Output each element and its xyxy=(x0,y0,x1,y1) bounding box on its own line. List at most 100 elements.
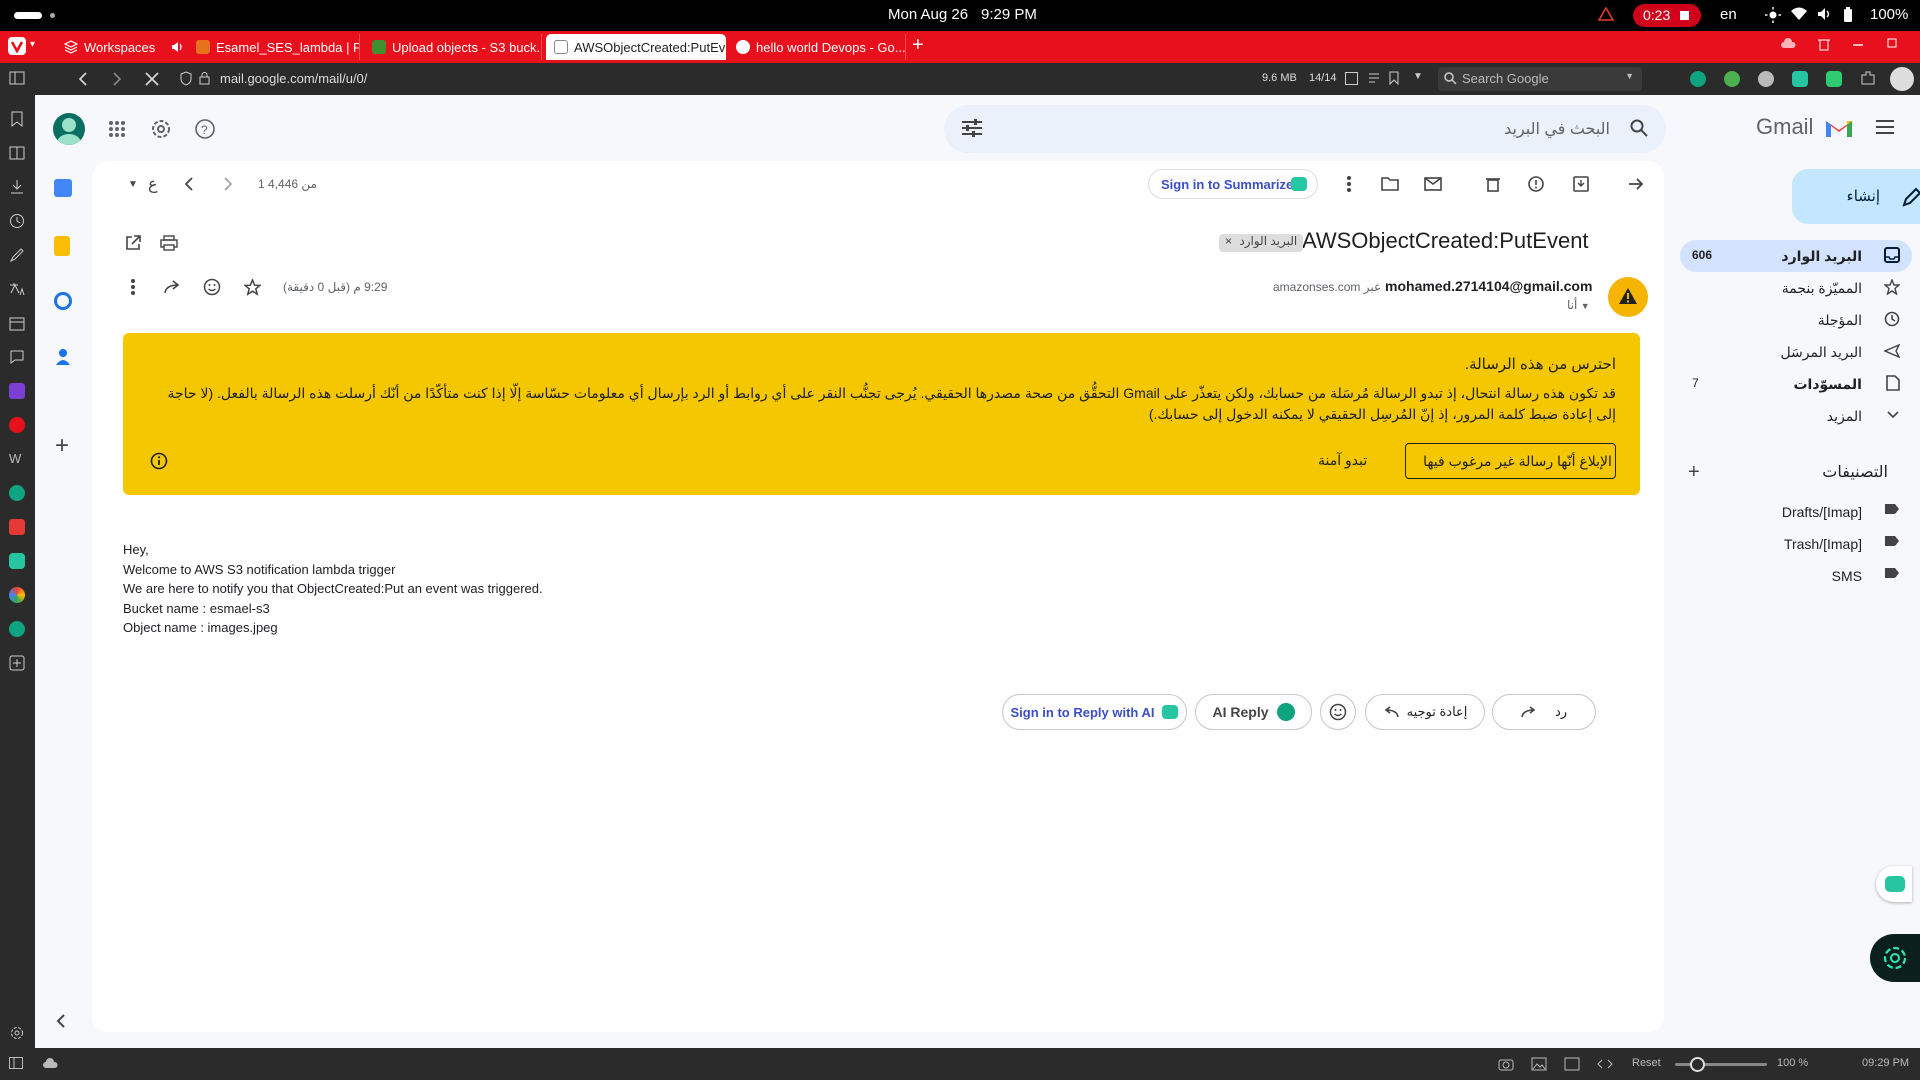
mastodon-icon[interactable] xyxy=(9,383,25,399)
add-label-icon[interactable]: + xyxy=(1688,461,1700,484)
newer-icon[interactable] xyxy=(184,177,194,191)
panel-toggle-icon[interactable] xyxy=(9,71,25,85)
archive-icon[interactable] xyxy=(1573,176,1589,192)
reply-button[interactable]: رد xyxy=(1492,694,1596,730)
gmail-logo-text[interactable]: Gmail xyxy=(1756,114,1813,140)
report-spam-button[interactable]: الإبلاغ أنّها رسالة غير مرغوب فيها xyxy=(1405,443,1616,479)
restore-icon[interactable] xyxy=(1886,37,1898,51)
input-tools-button[interactable]: ع xyxy=(148,174,158,194)
emoji-reaction-button[interactable] xyxy=(1320,694,1356,730)
back-to-inbox-icon[interactable] xyxy=(1628,177,1644,191)
lock-icon[interactable] xyxy=(199,71,210,85)
more-vert-icon[interactable] xyxy=(131,279,135,295)
print-icon[interactable] xyxy=(160,235,178,251)
tab-lambda[interactable]: Esamel_SES_lambda | F... xyxy=(188,34,360,60)
new-tab-icon[interactable]: + xyxy=(912,34,924,57)
panel-toggle-icon[interactable] xyxy=(9,1057,23,1069)
wikipedia-icon[interactable]: W xyxy=(9,451,25,467)
open-new-window-icon[interactable] xyxy=(125,235,141,251)
bookmarks-panel-icon[interactable] xyxy=(9,111,25,127)
extension-icon[interactable] xyxy=(1758,71,1774,87)
stop-loading-icon[interactable] xyxy=(145,72,159,86)
reader-icon[interactable] xyxy=(1368,72,1380,84)
label-item[interactable]: SMS xyxy=(1680,560,1912,592)
ai-reply-button[interactable]: AI Reply xyxy=(1195,694,1312,730)
chatgpt-extension-icon[interactable] xyxy=(1690,71,1706,87)
emoji-icon[interactable] xyxy=(203,278,221,296)
speaker-icon[interactable] xyxy=(171,41,184,53)
zoom-slider[interactable] xyxy=(1675,1063,1767,1066)
sign-in-reply-ai-button[interactable]: Sign in to Reply with AI xyxy=(1002,694,1187,730)
forward-icon[interactable] xyxy=(112,71,122,87)
collapse-icon[interactable] xyxy=(56,1014,66,1028)
zoom-reset-button[interactable]: Reset xyxy=(1632,1057,1661,1069)
address-url[interactable]: mail.google.com/mail/u/0/ xyxy=(220,71,367,86)
chatgpt-panel-icon[interactable] xyxy=(9,485,25,501)
nav-starred[interactable]: المميّزة بنجمة xyxy=(1680,272,1912,304)
tasks-icon[interactable] xyxy=(54,292,72,310)
shield-extension-icon[interactable] xyxy=(1826,71,1842,87)
star-icon[interactable] xyxy=(244,279,261,296)
nav-inbox[interactable]: البريد الوارد 606 xyxy=(1680,240,1912,272)
chevron-down-icon[interactable]: ▼ xyxy=(1625,71,1634,81)
vivaldi-icon[interactable] xyxy=(9,417,25,433)
volume-icon[interactable] xyxy=(1817,7,1833,23)
capture-icon[interactable] xyxy=(1498,1057,1514,1071)
notes-icon[interactable] xyxy=(9,247,25,263)
os-clock[interactable]: 9:29 PM xyxy=(981,6,1037,23)
gmail-logo-icon[interactable] xyxy=(1824,117,1854,139)
warning-icon[interactable] xyxy=(1598,7,1614,21)
workspaces-button[interactable]: Workspaces xyxy=(56,34,188,60)
chevron-down-icon[interactable]: ▼ xyxy=(1413,71,1423,82)
minimize-icon[interactable] xyxy=(1852,37,1864,51)
nav-snoozed[interactable]: المؤجلة xyxy=(1680,304,1912,336)
battery-percent[interactable]: 100% xyxy=(1870,6,1908,23)
looks-safe-button[interactable]: تبدو آمنة xyxy=(1318,452,1367,469)
tab-active-email[interactable]: AWSObjectCreated:PutEve xyxy=(546,34,726,60)
recording-indicator[interactable]: 0:23 xyxy=(1633,4,1701,27)
chevron-down-icon[interactable]: ▾ xyxy=(30,39,35,50)
forward-icon[interactable] xyxy=(164,280,180,294)
mark-unread-icon[interactable] xyxy=(1424,177,1442,191)
remove-label-icon[interactable]: × xyxy=(1225,234,1232,248)
floating-chat-widget[interactable] xyxy=(1876,866,1912,902)
label-item[interactable]: Trash/[Imap] xyxy=(1680,528,1912,560)
bookmark-icon[interactable] xyxy=(1389,71,1399,85)
info-icon[interactable] xyxy=(150,452,168,470)
nav-drafts[interactable]: المسوّدات 7 xyxy=(1680,368,1912,400)
add-panel-icon[interactable] xyxy=(9,655,25,671)
os-date[interactable]: Mon Aug 26 xyxy=(888,6,968,23)
back-icon[interactable] xyxy=(78,71,88,87)
cloud-icon[interactable] xyxy=(42,1057,58,1069)
wifi-icon[interactable] xyxy=(1791,7,1807,23)
floating-chatgpt-widget[interactable] xyxy=(1870,934,1920,982)
sender-email[interactable]: mohamed.2714104@gmail.com xyxy=(1385,278,1592,294)
summarize-button[interactable]: Sign in to Summarize xyxy=(1148,169,1318,199)
forward-button[interactable]: إعادة توجيه xyxy=(1365,694,1485,730)
extension-icon[interactable] xyxy=(1724,71,1740,87)
extension-icon[interactable] xyxy=(1792,71,1808,87)
label-item[interactable]: Drafts/[Imap] xyxy=(1680,496,1912,528)
calendar-icon[interactable] xyxy=(54,179,72,197)
settings-icon[interactable] xyxy=(9,1025,25,1041)
tab-google-search[interactable]: hello world Devops - Go... xyxy=(728,34,906,60)
more-vert-icon[interactable] xyxy=(1347,176,1351,192)
chrome-panel-icon[interactable] xyxy=(9,587,25,603)
history-icon[interactable] xyxy=(9,213,25,229)
nav-sent[interactable]: البريد المرسَل xyxy=(1680,336,1912,368)
keep-icon[interactable] xyxy=(54,236,70,256)
trash-icon[interactable] xyxy=(1818,37,1830,51)
mail-search-bar[interactable]: البحث في البريد xyxy=(944,105,1666,153)
keyboard-language[interactable]: en xyxy=(1720,6,1737,23)
help-icon[interactable]: ? xyxy=(194,118,216,140)
translate-icon[interactable] xyxy=(9,281,25,297)
reading-list-icon[interactable] xyxy=(9,145,25,161)
tab-s3-upload[interactable]: Upload objects - S3 buck... xyxy=(364,34,542,60)
search-engine-field[interactable]: Search Google ▼ xyxy=(1438,67,1642,91)
openai-panel-icon[interactable] xyxy=(9,621,25,637)
chat-panel-icon[interactable] xyxy=(9,553,25,569)
inbox-label-chip[interactable]: البريد الوارد × xyxy=(1219,234,1304,252)
activities-indicator[interactable] xyxy=(14,12,42,19)
vivaldi-menu-icon[interactable] xyxy=(8,37,26,55)
older-icon[interactable] xyxy=(223,177,233,191)
